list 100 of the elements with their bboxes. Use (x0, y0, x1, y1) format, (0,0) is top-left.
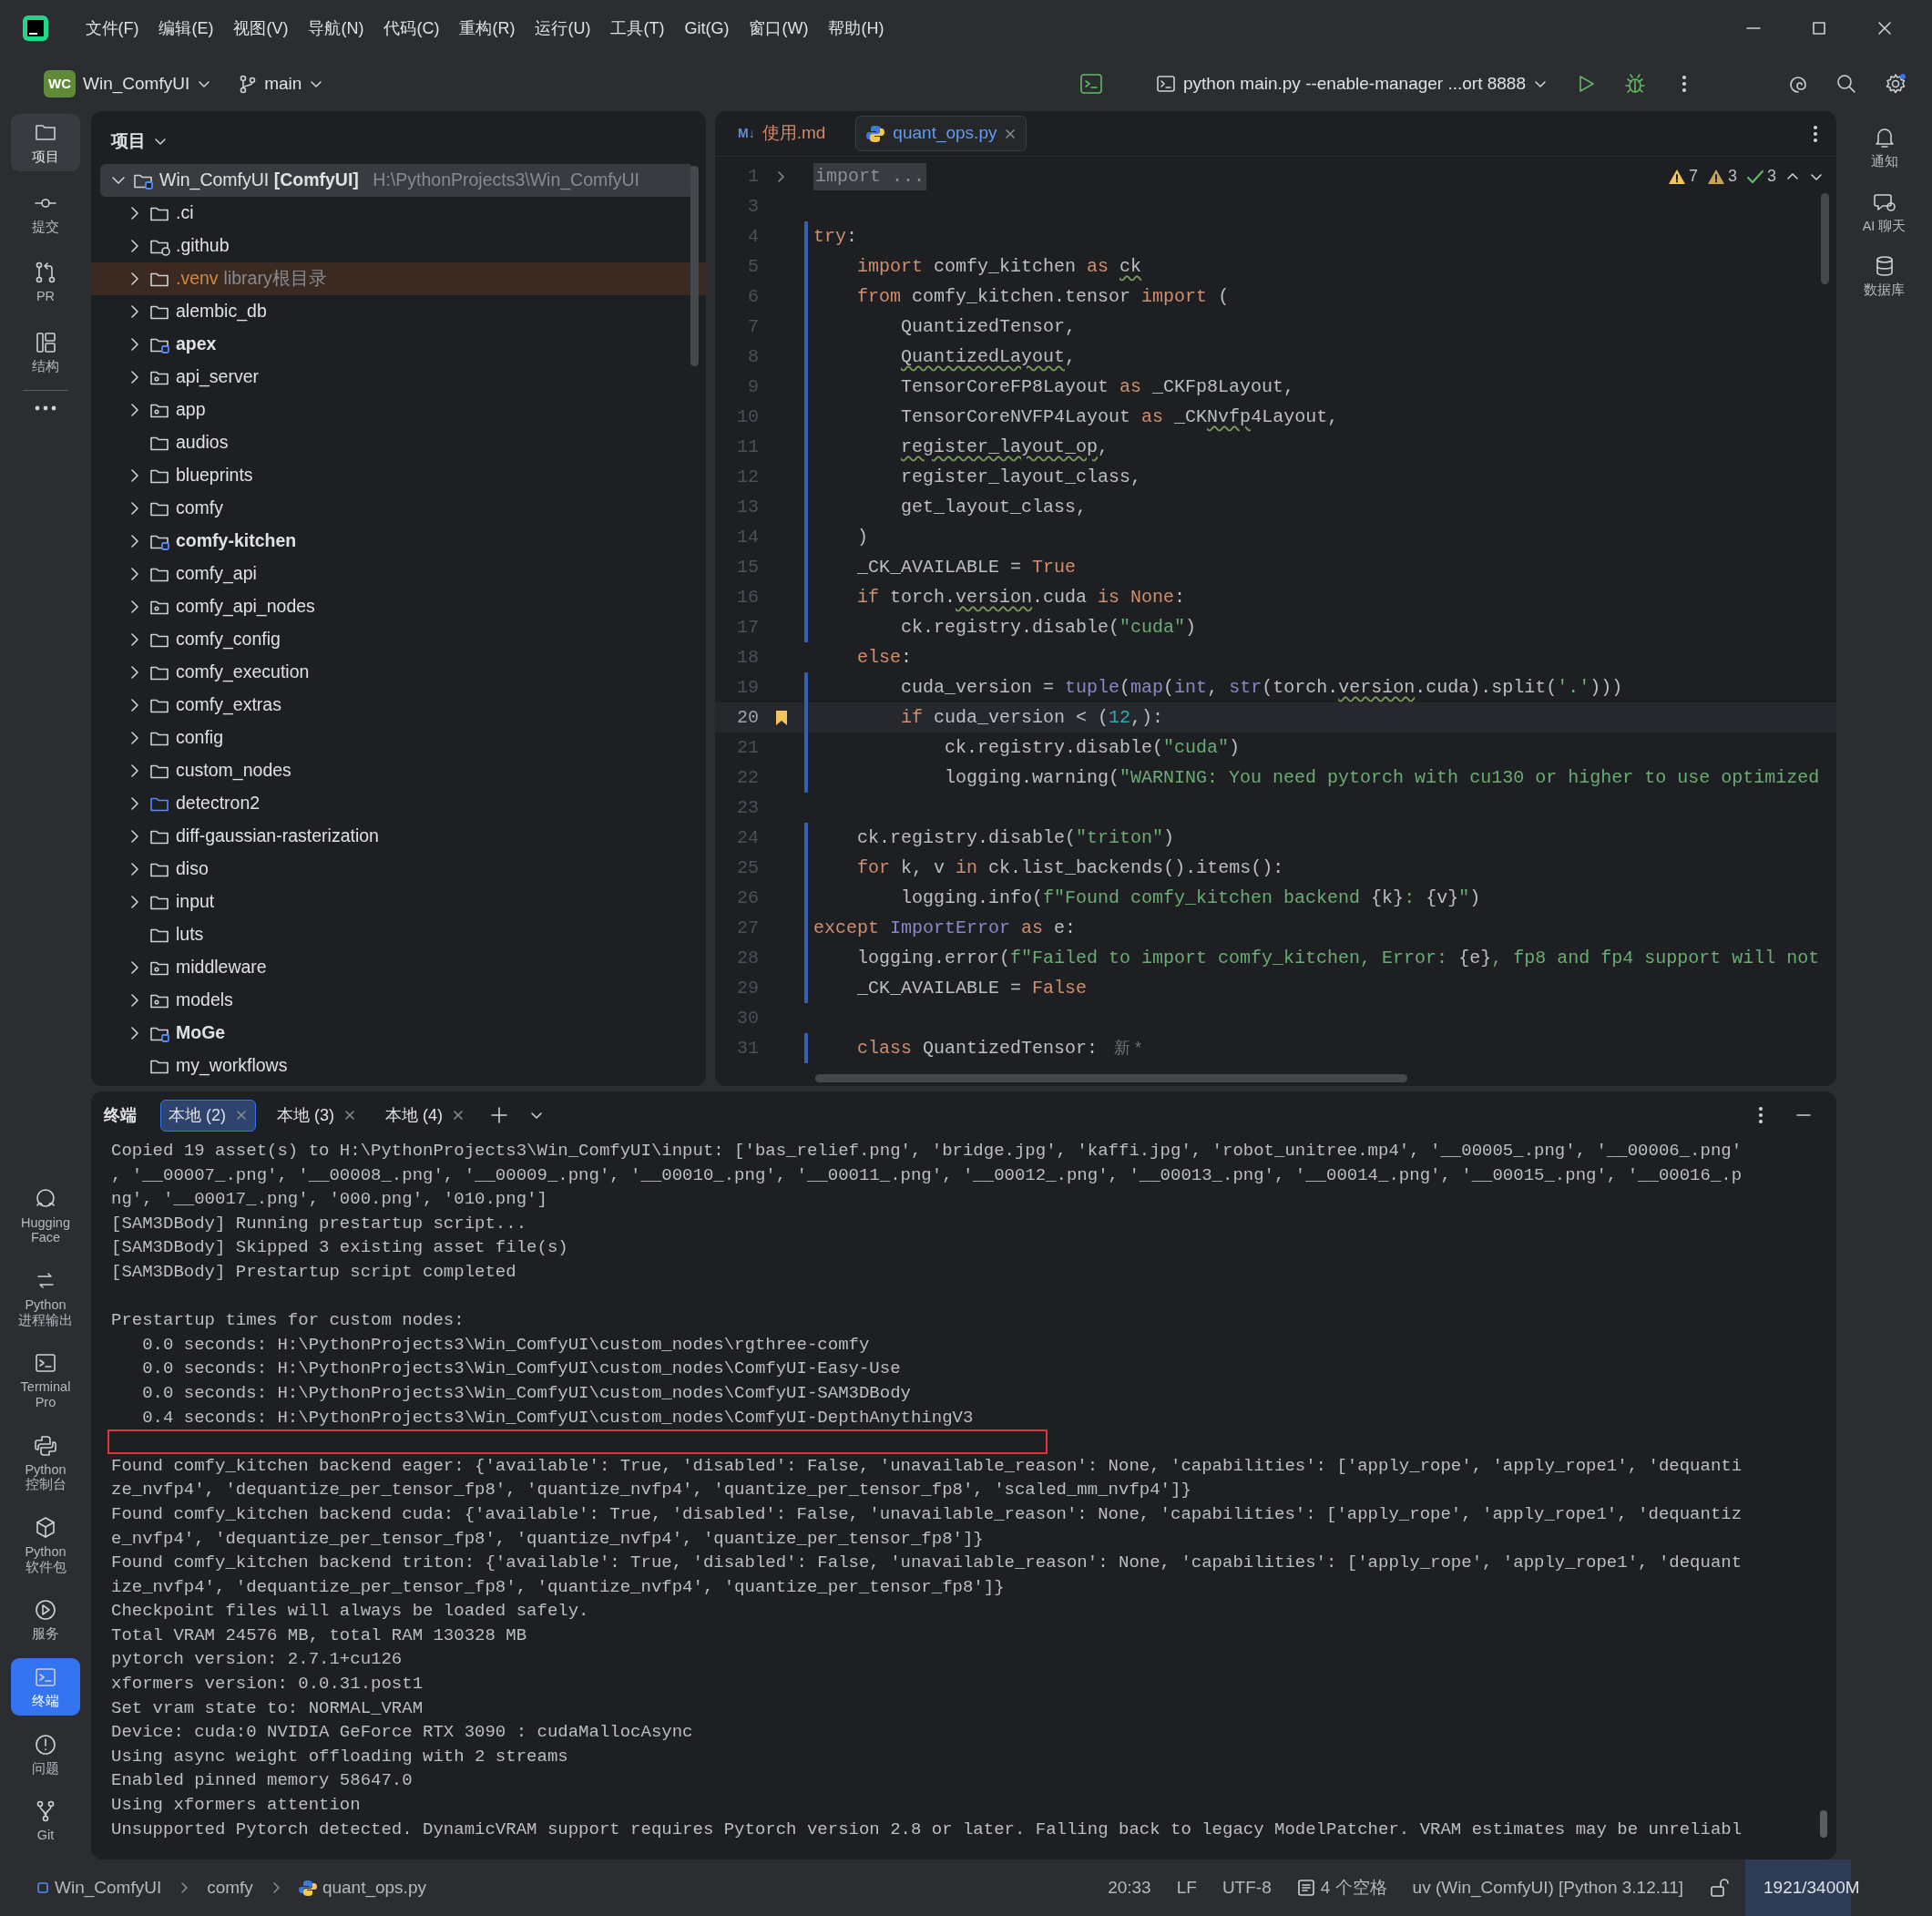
run-configuration-selector[interactable]: python main.py --enable-manager ...ort 8888 (1147, 65, 1557, 103)
scrollbar[interactable] (1820, 1810, 1827, 1838)
line-separator[interactable]: LF (1167, 1870, 1206, 1905)
bookmark-icon[interactable] (775, 709, 788, 726)
tree-item[interactable]: models (176, 987, 233, 1014)
lock-icon[interactable] (1709, 1878, 1729, 1898)
tree-item[interactable]: .ci (176, 200, 194, 227)
terminal-tab[interactable]: 本地 (4) (377, 1099, 473, 1132)
tool-window-button[interactable]: 问题 (11, 1725, 80, 1783)
tool-window-button[interactable]: Git (11, 1792, 80, 1849)
tool-window-button[interactable]: 结构 (11, 323, 80, 381)
terminal-icon (1156, 74, 1176, 94)
tree-item[interactable]: comfy-kitchen (176, 528, 297, 555)
tree-item[interactable]: input (176, 888, 215, 916)
breadcrumb[interactable]: comfy (198, 1870, 262, 1905)
editor-tab[interactable]: M↓ 使用.md (728, 116, 836, 151)
menu-item[interactable]: 工具(T) (600, 12, 675, 45)
tree-item[interactable]: comfy_api (176, 560, 257, 588)
terminal-line: pytorch version: 2.7.1+cu126 (111, 1648, 403, 1672)
tool-window-button[interactable]: Hugging Face (11, 1179, 80, 1252)
tool-window-button[interactable]: 终端 (11, 1658, 80, 1716)
tree-item[interactable]: my_workflows (176, 1052, 288, 1080)
tree-item[interactable]: api_server (176, 364, 260, 391)
menu-item[interactable]: 重构(R) (449, 12, 526, 45)
menu-item[interactable]: 视图(V) (223, 12, 299, 45)
file-encoding[interactable]: UTF-8 (1212, 1870, 1281, 1905)
scrollbar[interactable] (815, 1074, 1407, 1082)
tree-item[interactable]: custom_nodes (176, 757, 291, 784)
terminal-line: [SAM3DBody] Prestartup script completed (111, 1260, 516, 1284)
tool-window-button[interactable]: 服务 (11, 1591, 80, 1648)
terminal-line: Unsupported Pytorch detected. DynamicVRAM support requires Pytorch version 2.8 or later. Falling back to legacy ModelPatcher. VRAM estimates may be unreliabl (111, 1818, 1743, 1841)
settings-icon[interactable] (1885, 73, 1906, 95)
tree-item[interactable]: MoGe (176, 1019, 226, 1047)
tool-window-button[interactable]: Python 进程输出 (11, 1261, 80, 1335)
scrollbar[interactable] (690, 166, 699, 366)
indent-setting[interactable]: 4 个空格 (1287, 1870, 1396, 1905)
tree-item[interactable]: luts (176, 921, 204, 948)
line-number: 20 (736, 705, 759, 730)
breadcrumb[interactable]: Win_ComfyUI (27, 1870, 171, 1905)
weak-warning-count[interactable]: 3 (1706, 164, 1737, 189)
tree-item[interactable]: alembic_db (176, 298, 267, 325)
tree-item[interactable]: comfy_config (176, 626, 281, 653)
menu-item[interactable]: 窗口(W) (739, 12, 819, 45)
menu-item[interactable]: 代码(C) (373, 12, 450, 45)
tool-window-button[interactable]: Python 控制台 (11, 1426, 80, 1499)
breadcrumb[interactable]: quant_ops.py (289, 1870, 435, 1905)
editor-tab[interactable]: quant_ops.py (855, 116, 1027, 151)
close-icon[interactable] (1004, 127, 1017, 140)
tool-window-button[interactable]: 提交 (11, 183, 80, 241)
menu-item[interactable]: 运行(U) (525, 12, 601, 45)
terminal-tab[interactable]: 本地 (3) (269, 1099, 364, 1132)
tree-item[interactable]: .github (176, 232, 230, 260)
markdown-icon: M↓ (738, 124, 755, 143)
tree-item[interactable]: audios (176, 429, 229, 456)
close-icon[interactable] (1876, 19, 1894, 37)
project-selector[interactable]: WC Win_ComfyUI (35, 64, 221, 104)
menu-item[interactable]: 编辑(E) (148, 12, 224, 45)
tool-window-button[interactable]: Python 软件包 (11, 1508, 80, 1582)
tree-item[interactable]: middleware (176, 954, 267, 981)
tree-item[interactable]: comfy_api_nodes (176, 593, 315, 620)
tool-window-button[interactable]: PR (11, 253, 80, 311)
terminal-icon[interactable] (1078, 72, 1103, 96)
tree-item[interactable]: apex (176, 331, 217, 358)
interpreter-selector[interactable]: uv (Win_ComfyUI) [Python 3.12.11] (1403, 1870, 1692, 1905)
tree-item[interactable]: config (176, 724, 224, 752)
search-icon[interactable] (1835, 73, 1857, 95)
menu-item[interactable]: 帮助(H) (818, 12, 894, 45)
scrollbar[interactable] (1821, 193, 1829, 284)
warning-count[interactable]: 7 (1667, 164, 1698, 189)
tool-window-button[interactable]: 通知 (1849, 118, 1919, 176)
tree-item[interactable]: detectron2 (176, 790, 261, 817)
tree-item[interactable]: diso (176, 856, 209, 883)
bug-icon[interactable] (1624, 73, 1646, 95)
tree-item[interactable]: blueprints (176, 462, 253, 489)
tree-item[interactable]: comfy (176, 495, 223, 522)
tree-item[interactable]: .venv (176, 265, 219, 292)
tool-window-button[interactable]: AI 聊天 (1849, 182, 1919, 241)
tree-item[interactable]: app (176, 396, 206, 424)
tool-window-button[interactable]: 数据库 (1849, 247, 1919, 304)
maximize-icon[interactable] (1810, 19, 1828, 37)
panel-title[interactable]: 项目 (111, 128, 168, 155)
more-icon[interactable] (1758, 1105, 1763, 1125)
terminal-tab[interactable]: 本地 (2) (160, 1099, 256, 1132)
menu-item[interactable]: Git(G) (674, 12, 740, 45)
passed-count[interactable]: 3 (1746, 164, 1776, 189)
tool-window-button[interactable]: 项目 (11, 114, 80, 171)
tree-item[interactable]: comfy_extras (176, 692, 281, 719)
code-line: QuantizedTensor, (900, 314, 1077, 339)
caret-position[interactable]: 20:33 (1099, 1870, 1160, 1905)
menu-item[interactable]: 文件(F) (75, 12, 149, 45)
tree-item[interactable]: diff-gaussian-rasterization (176, 823, 379, 850)
plus-icon[interactable] (489, 1106, 508, 1124)
tree-item[interactable]: comfy_execution (176, 659, 310, 686)
tree-item[interactable]: Win_ComfyUI [ComfyUI] (159, 167, 359, 194)
menu-item[interactable]: 导航(N) (298, 12, 374, 45)
tool-window-button[interactable]: Terminal Pro (11, 1344, 80, 1417)
code-line: if cuda_version < (12,): (900, 705, 1164, 730)
close-icon (235, 1109, 248, 1122)
more-icon[interactable] (1813, 123, 1818, 144)
branch-selector[interactable]: main (230, 65, 333, 103)
